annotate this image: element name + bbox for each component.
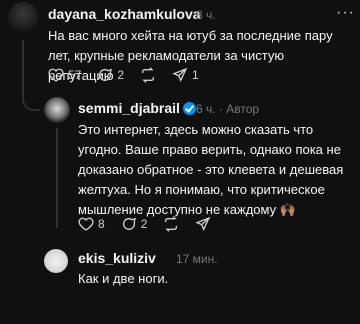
reply-count: 2 <box>140 217 148 231</box>
like-button[interactable]: 8 <box>78 216 105 232</box>
reply-button[interactable]: 2 <box>121 216 148 232</box>
heart-icon <box>48 68 64 82</box>
repost-icon <box>165 216 178 232</box>
share-icon <box>195 216 211 231</box>
like-button[interactable]: 57 <box>48 67 81 83</box>
avatar[interactable] <box>44 97 70 123</box>
repost-button[interactable] <box>163 216 179 232</box>
comment-2-username[interactable]: semmi_djabrail <box>78 100 196 116</box>
verified-icon <box>182 102 196 115</box>
like-count: 57 <box>68 68 82 82</box>
comment-3-username[interactable]: ekis_kuliziv <box>78 250 156 266</box>
reply-count: 2 <box>117 68 125 82</box>
repost-icon <box>142 67 155 83</box>
like-count: 8 <box>98 217 105 231</box>
comment-icon <box>99 68 113 81</box>
thread-line <box>56 128 58 228</box>
username-text: semmi_djabrail <box>78 100 180 116</box>
share-count: 1 <box>192 68 199 82</box>
comment-2-actions: 8 2 <box>78 216 227 232</box>
repost-button[interactable] <box>140 67 156 83</box>
author-badge: Автор <box>226 102 260 116</box>
thread-line <box>22 40 24 100</box>
comment-2-time: 6 ч. <box>196 102 216 116</box>
reply-button[interactable]: 2 <box>97 67 124 83</box>
share-button[interactable]: 1 <box>172 67 199 83</box>
comment-3-text: Как и две ноги. <box>78 271 169 286</box>
comment-1-time: 8 ч. <box>196 8 216 22</box>
comment-1-username[interactable]: dayana_kozhamkulova <box>48 6 201 22</box>
comment-1-actions: 57 2 1 <box>48 67 215 83</box>
avatar[interactable] <box>44 249 68 273</box>
share-icon <box>172 67 188 82</box>
more-options-button[interactable]: ··· <box>336 4 355 22</box>
heart-icon <box>78 217 94 231</box>
comment-2-time-row: 6 ч. · Автор <box>196 102 259 116</box>
comment-2-text: Это интернет, здесь можно сказать что уг… <box>78 122 344 217</box>
comment-icon <box>122 217 136 230</box>
comment-3-time: 17 мин. <box>176 252 218 266</box>
thread-connector <box>22 97 40 111</box>
avatar[interactable] <box>8 2 38 32</box>
share-button[interactable] <box>195 216 211 232</box>
